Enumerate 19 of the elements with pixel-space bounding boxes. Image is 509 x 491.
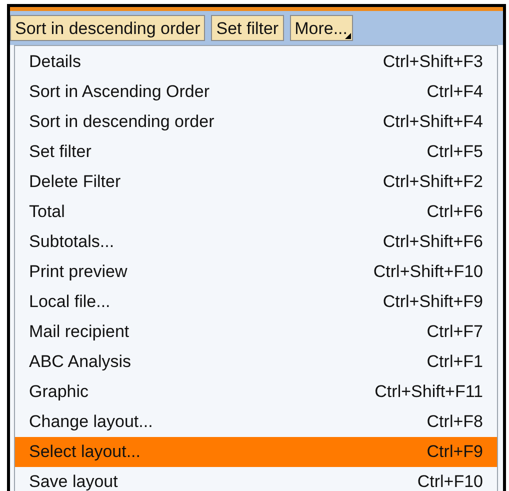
toolbar-button[interactable]: Sort in descending order xyxy=(10,15,206,41)
menu-item[interactable]: Save layout Ctrl+F10 xyxy=(15,467,497,491)
menu-item[interactable]: Graphic Ctrl+Shift+F11 xyxy=(15,377,497,407)
menu-item[interactable]: Total Ctrl+F6 xyxy=(15,197,497,227)
menu-item[interactable]: Delete Filter Ctrl+Shift+F2 xyxy=(15,167,497,197)
menu-item[interactable]: ABC Analysis Ctrl+F1 xyxy=(15,347,497,377)
menu-item[interactable]: Local file... Ctrl+Shift+F9 xyxy=(15,287,497,317)
menu-item[interactable]: Print preview Ctrl+Shift+F10 xyxy=(15,257,497,287)
dropdown-corner-icon xyxy=(344,33,350,39)
menu-item[interactable]: Details Ctrl+Shift+F3 xyxy=(15,47,497,77)
menu-item[interactable]: Change layout... Ctrl+F8 xyxy=(15,407,497,437)
menu-item[interactable]: Sort in Ascending Order Ctrl+F4 xyxy=(15,77,497,107)
toolbar-button[interactable]: Set filter xyxy=(211,15,284,41)
menu-item[interactable]: Sort in descending order Ctrl+Shift+F4 xyxy=(15,107,497,137)
more-button[interactable]: More... xyxy=(290,15,352,41)
menu-item[interactable]: Set filter Ctrl+F5 xyxy=(15,137,497,167)
menu-item[interactable]: Subtotals... Ctrl+Shift+F6 xyxy=(15,227,497,257)
menu-item[interactable]: Select layout... Ctrl+F9 xyxy=(15,437,497,467)
menu-item[interactable]: Mail recipient Ctrl+F7 xyxy=(15,317,497,347)
